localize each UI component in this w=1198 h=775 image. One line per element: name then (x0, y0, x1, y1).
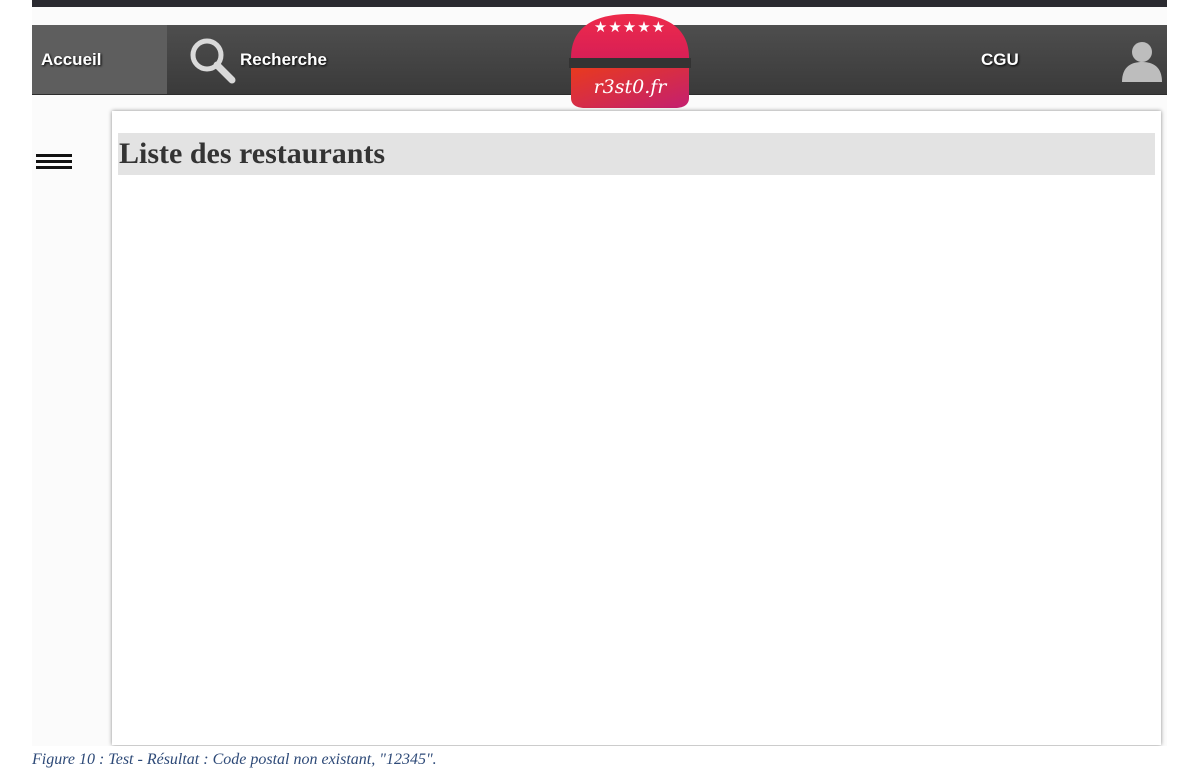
top-strip (32, 0, 1167, 7)
page-title: Liste des restaurants (119, 137, 386, 170)
page-title-bar: Liste des restaurants (118, 133, 1155, 175)
figure-caption: Figure 10 : Test - Résultat : Code posta… (32, 751, 437, 768)
content-panel: Liste des restaurants (112, 111, 1161, 745)
nav-search-button[interactable]: Recherche (188, 25, 348, 94)
nav-cgu-link[interactable]: CGU (981, 50, 1019, 70)
nav-home-button[interactable]: Accueil (32, 25, 167, 94)
nav-home-label: Accueil (41, 50, 102, 69)
sidebar-toggle-button[interactable] (36, 154, 72, 174)
logo-text: r3st0.fr (593, 76, 667, 98)
browser-viewport: Accueil Recherche CGU ★★★★★ r3st0.fr Lis… (32, 0, 1167, 746)
hamburger-menu-icon (36, 154, 72, 157)
user-icon[interactable] (1120, 40, 1164, 82)
site-logo[interactable]: ★★★★★ r3st0.fr (569, 14, 691, 108)
logo-stars: ★★★★★ (593, 18, 667, 36)
nav-search-label: Recherche (240, 50, 327, 69)
search-icon (190, 38, 236, 84)
